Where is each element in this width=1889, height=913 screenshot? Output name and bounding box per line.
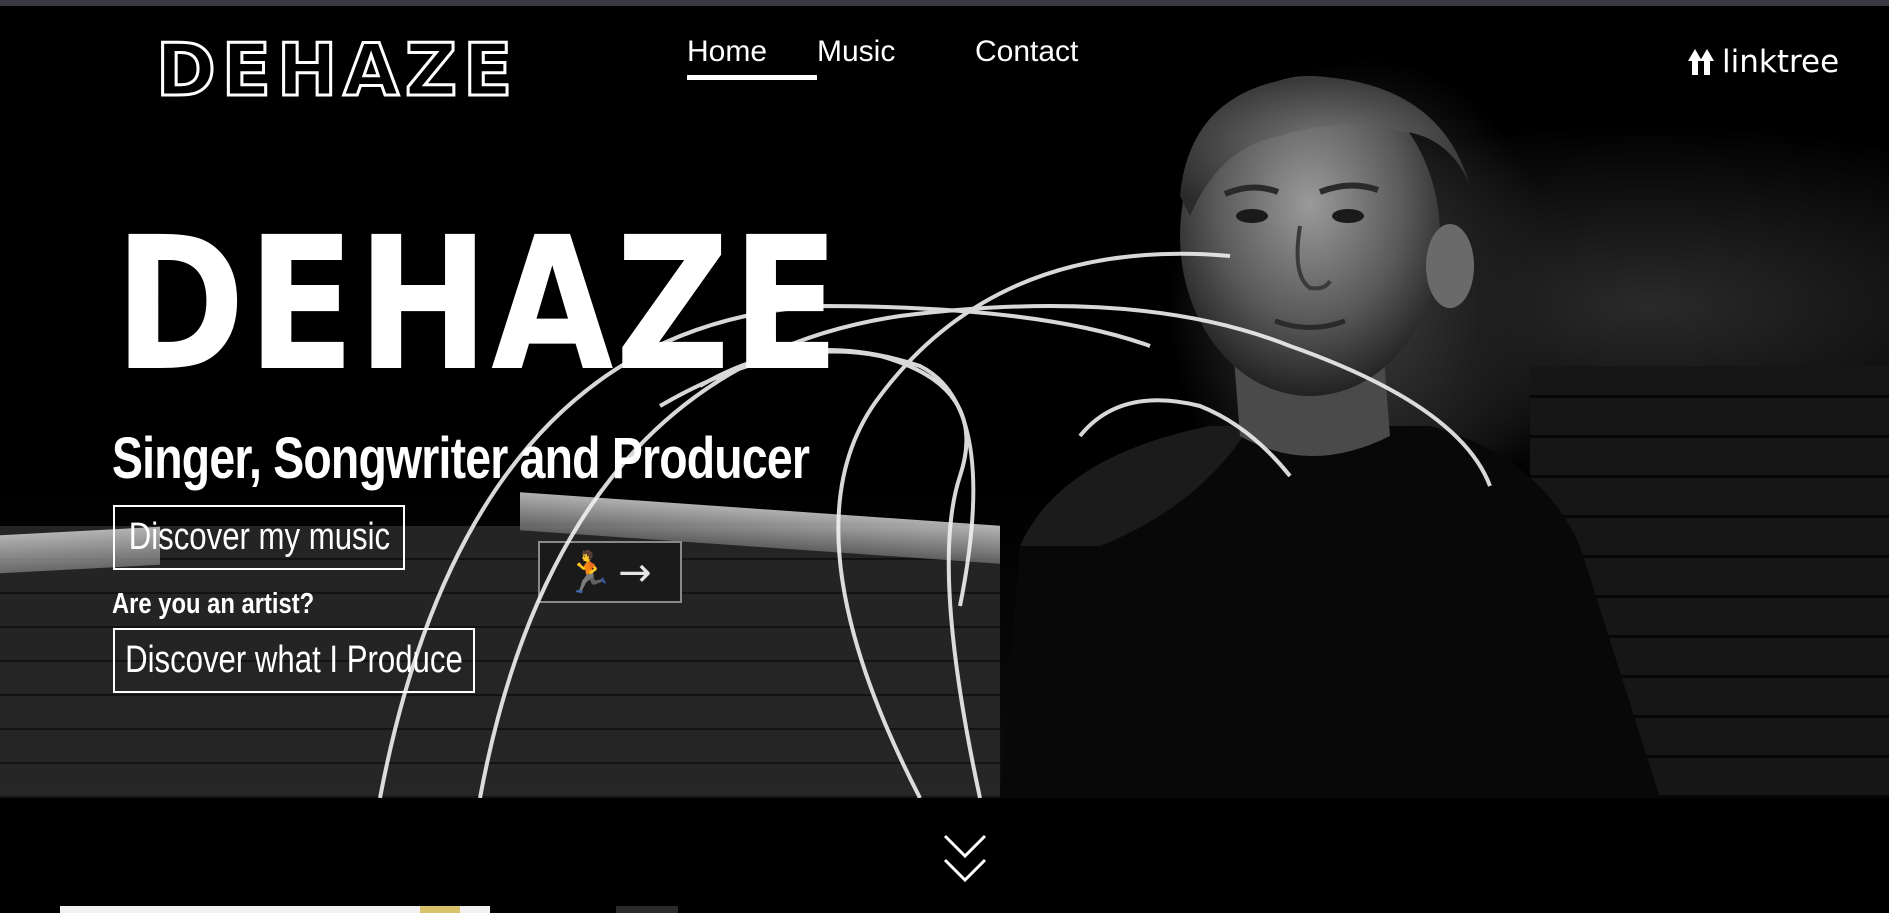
discover-produce-button[interactable]: Discover what I Produce <box>113 628 475 693</box>
site-logo[interactable]: DEHAZE <box>154 33 518 108</box>
discover-produce-label: Discover what I Produce <box>125 639 463 681</box>
next-section-accent-peek <box>420 906 460 913</box>
discover-music-label: Discover my music <box>128 516 390 558</box>
linktree-link[interactable]: linktree <box>1686 44 1839 80</box>
linktree-label: linktree <box>1722 44 1840 80</box>
hero-subtitle: Singer, Songwriter and Producer <box>112 426 810 491</box>
hero-title: DEHAZE <box>114 198 842 412</box>
main-nav: Home Music Contact <box>687 32 1078 80</box>
linktree-icon <box>1688 49 1714 75</box>
artist-question: Are you an artist? <box>112 588 315 620</box>
double-chevron-down-icon[interactable] <box>941 830 989 890</box>
next-section-panel-peek <box>616 906 678 913</box>
discover-music-button[interactable]: Discover my music <box>113 505 405 570</box>
nav-home[interactable]: Home <box>687 32 817 80</box>
nav-music[interactable]: Music <box>817 32 975 80</box>
nav-contact[interactable]: Contact <box>975 32 1078 80</box>
